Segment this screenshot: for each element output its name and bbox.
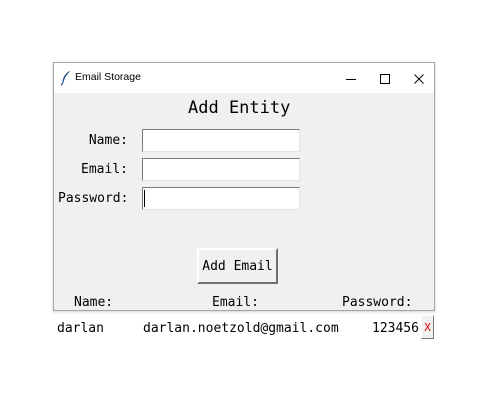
row-password: 123456 (372, 321, 419, 336)
column-header-name: Name: (74, 295, 114, 310)
text-cursor (144, 190, 145, 207)
name-input[interactable] (142, 129, 300, 152)
app-window: Email Storage Add Entity Name: Email: Pa… (53, 62, 435, 339)
delete-row-button[interactable]: X (421, 315, 434, 339)
password-label: Password: (58, 191, 129, 206)
row-name: darlan (57, 321, 104, 336)
form-heading: Add Entity (188, 98, 291, 118)
minimize-icon (346, 69, 356, 88)
row-email: darlan.noetzold@gmail.com (143, 321, 339, 336)
name-label: Name: (88, 133, 128, 148)
column-header-email: Email: (212, 295, 259, 310)
minimize-button[interactable] (334, 63, 368, 93)
email-input[interactable] (142, 158, 300, 181)
window-title: Email Storage (75, 71, 141, 83)
close-button[interactable] (402, 63, 436, 93)
maximize-icon (380, 69, 390, 88)
feather-icon (60, 70, 72, 86)
add-email-button[interactable]: Add Email (197, 248, 278, 284)
title-bar[interactable]: Email Storage (54, 63, 434, 93)
window-content: Add Entity Name: Email: Password: Add Em… (54, 93, 434, 339)
column-header-password: Password: (342, 295, 413, 310)
email-label: Email: (81, 162, 128, 177)
password-input[interactable] (142, 187, 300, 210)
maximize-button[interactable] (368, 63, 402, 93)
close-icon (414, 69, 424, 88)
